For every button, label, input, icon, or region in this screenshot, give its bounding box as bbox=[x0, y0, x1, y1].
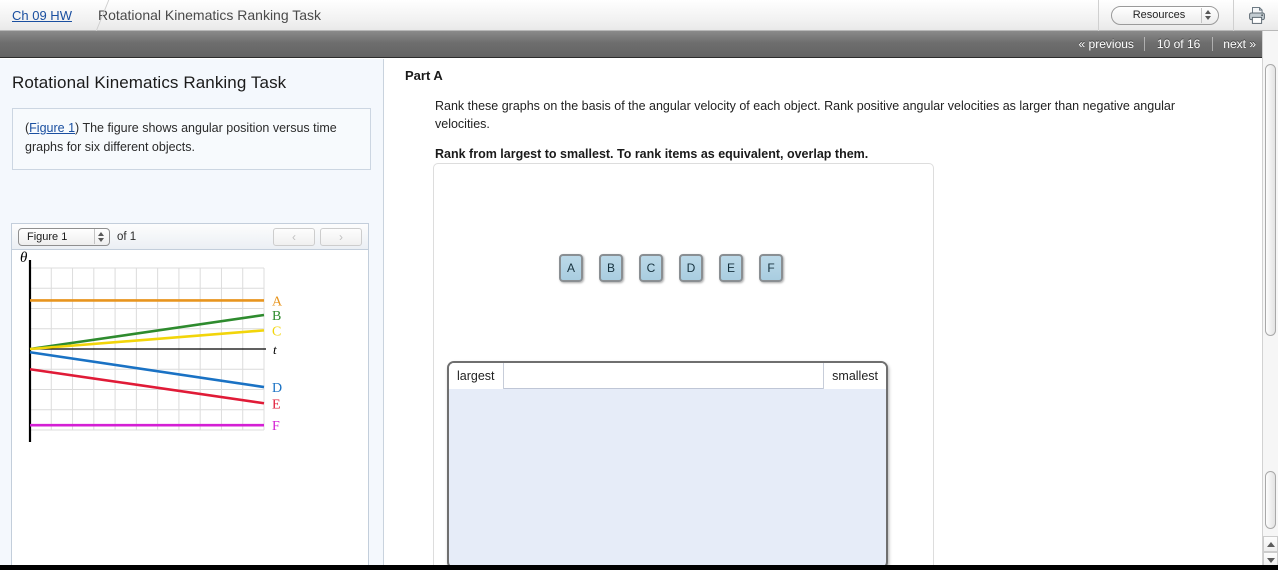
printer-icon[interactable] bbox=[1244, 2, 1270, 28]
assignment-nav-bar: « previous 10 of 16 next » bbox=[0, 31, 1278, 58]
scroll-up-arrow-icon[interactable] bbox=[1263, 536, 1278, 552]
scrollbar-thumb-outer[interactable] bbox=[1265, 64, 1276, 336]
figure-next-button[interactable]: › bbox=[320, 227, 362, 246]
figure-description-box: (Figure 1) The figure shows angular posi… bbox=[12, 108, 371, 170]
draggable-tile-e[interactable]: E bbox=[719, 254, 743, 282]
answer-widget-container: ABCDEF largest smallest bbox=[433, 163, 934, 570]
angular-position-vs-time-chart: ABC DEF θ t bbox=[20, 250, 283, 442]
resources-dropdown-label: Resources bbox=[1132, 9, 1186, 21]
figure-count-label: of 1 bbox=[117, 230, 137, 243]
figure-panel-toolbar: Figure 1 of 1 ‹ › bbox=[12, 224, 368, 250]
ranking-header-row: largest smallest bbox=[449, 363, 886, 389]
chart-label-c: C bbox=[272, 324, 281, 339]
previous-button[interactable]: « previous bbox=[1069, 37, 1144, 51]
sidebar-task-title: Rotational Kinematics Ranking Task bbox=[12, 73, 287, 92]
figure-chart-canvas: ABC DEF θ t bbox=[12, 250, 368, 538]
draggable-tile-a[interactable]: A bbox=[559, 254, 583, 282]
topbar-right-controls: Resources bbox=[1098, 0, 1278, 31]
draggable-tile-b[interactable]: B bbox=[599, 254, 623, 282]
axis-label-t: t bbox=[273, 342, 277, 357]
figure-selector-dropdown[interactable]: Figure 1 bbox=[18, 227, 110, 246]
scrollbar-thumb-inner[interactable] bbox=[1265, 471, 1276, 529]
figure-prev-button[interactable]: ‹ bbox=[273, 227, 315, 246]
chart-label-e: E bbox=[272, 397, 281, 412]
chart-series-lines bbox=[29, 299, 265, 427]
breadcrumb-link-assignment[interactable]: Ch 09 HW bbox=[12, 8, 72, 23]
draggable-tile-tray: ABCDEF bbox=[559, 254, 783, 282]
figure-selector-label: Figure 1 bbox=[27, 230, 68, 243]
main-content-area: Part A Rank these graphs on the basis of… bbox=[385, 59, 1256, 570]
topbar-divider-2 bbox=[1233, 0, 1234, 31]
scrollbar-arrow-group bbox=[1263, 536, 1278, 568]
chevron-updown-icon bbox=[1201, 7, 1214, 23]
breadcrumb-separator bbox=[72, 0, 98, 31]
topbar-divider bbox=[1098, 0, 1099, 31]
chart-series-labels: ABC DEF bbox=[272, 294, 283, 434]
chart-label-f: F bbox=[272, 419, 280, 434]
resources-dropdown[interactable]: Resources bbox=[1111, 5, 1219, 25]
part-a-heading: Part A bbox=[405, 68, 443, 83]
chart-axes bbox=[28, 260, 266, 442]
ranking-drop-zone[interactable]: largest smallest bbox=[447, 361, 888, 569]
chart-label-a: A bbox=[272, 294, 283, 309]
question-prompt: Rank these graphs on the basis of the an… bbox=[435, 99, 1176, 132]
bottom-edge-strip bbox=[0, 565, 1278, 570]
draggable-tile-d[interactable]: D bbox=[679, 254, 703, 282]
question-counter: 10 of 16 bbox=[1156, 37, 1201, 51]
figure-nav-arrows: ‹ › bbox=[273, 227, 362, 246]
page-scrollbar[interactable] bbox=[1262, 31, 1278, 570]
draggable-tile-f[interactable]: F bbox=[759, 254, 783, 282]
figure-panel: Figure 1 of 1 ‹ › ABC DEF θ t bbox=[11, 223, 369, 570]
ranking-instruction: Rank from largest to smallest. To rank i… bbox=[435, 147, 869, 162]
draggable-tile-c[interactable]: C bbox=[639, 254, 663, 282]
left-sidebar: Rotational Kinematics Ranking Task (Figu… bbox=[0, 59, 384, 570]
axis-label-theta: θ bbox=[20, 250, 28, 266]
page-title: Rotational Kinematics Ranking Task bbox=[97, 7, 322, 23]
figure-1-link[interactable]: Figure 1 bbox=[29, 121, 75, 135]
top-breadcrumb-bar: Ch 09 HW Rotational Kinematics Ranking T… bbox=[0, 0, 1278, 31]
next-button[interactable]: next » bbox=[1213, 37, 1266, 51]
chart-label-d: D bbox=[272, 381, 282, 396]
rank-largest-label: largest bbox=[449, 363, 504, 389]
chevron-updown-icon bbox=[94, 229, 107, 244]
chart-label-b: B bbox=[272, 309, 281, 324]
rank-smallest-label: smallest bbox=[823, 363, 886, 389]
